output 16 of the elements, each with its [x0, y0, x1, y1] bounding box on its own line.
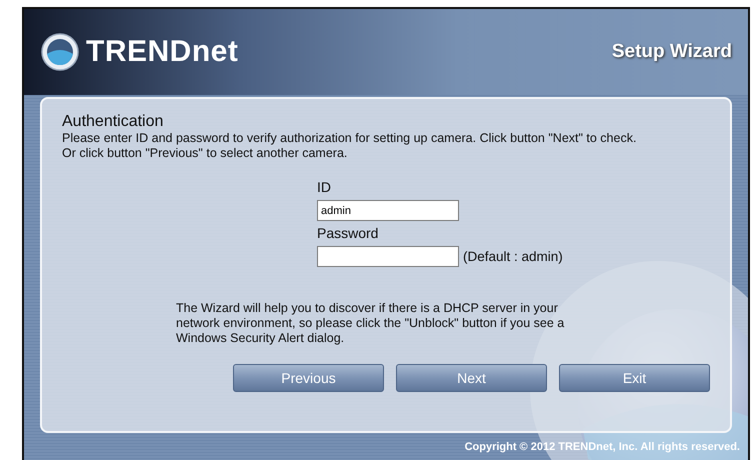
note-text: The Wizard will help you to discover if there is a DHCP server in your network environment, so please click the "Unblock" button if you see a Windows Security Alert dialog.	[176, 301, 566, 346]
logo-icon	[40, 32, 80, 72]
instruction-text: Please enter ID and password to verify authorization for setting up camera. Click button "Next" to check.	[62, 131, 638, 146]
wizard-button[interactable]: Next	[396, 364, 547, 392]
brand-name: TRENDnet	[86, 35, 238, 69]
instruction-text: Or click button "Previous" to select another camera.	[62, 146, 348, 161]
input-field[interactable]	[317, 246, 459, 267]
wizard-button[interactable]: Exit	[559, 364, 710, 392]
wizard-title: Setup Wizard	[612, 41, 732, 63]
field-label: Password	[317, 225, 380, 241]
hint-text: (Default : admin)	[463, 249, 563, 264]
copyright-text: Copyright © 2012 TRENDnet, Inc. All rights reserved.	[464, 440, 740, 452]
wizard-button[interactable]: Previous	[233, 364, 384, 392]
input-field[interactable]: admin	[317, 200, 459, 221]
section-heading: Authentication	[62, 113, 164, 131]
field-label: ID	[317, 179, 332, 195]
